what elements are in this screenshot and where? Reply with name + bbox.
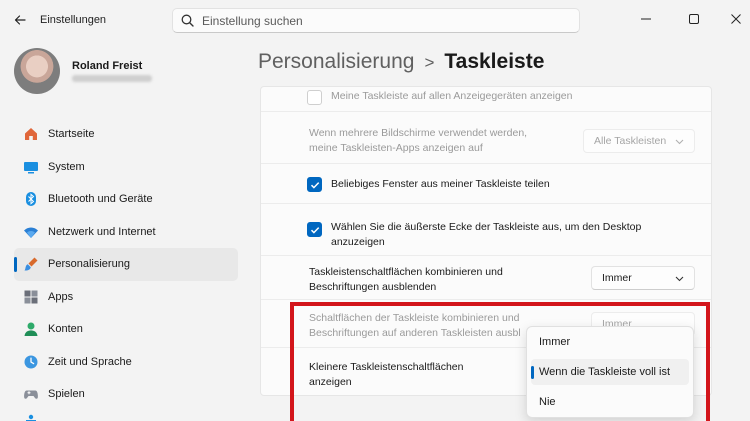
accessibility-icon <box>22 412 40 421</box>
user-email-blurred <box>72 75 152 82</box>
app-title: Einstellungen <box>40 14 107 26</box>
setting-row-desktop-corner[interactable]: Wählen Sie die äußerste Ecke der Tasklei… <box>261 203 711 255</box>
search-input[interactable] <box>202 13 562 28</box>
sidebar-item-netzwerk[interactable]: Netzwerk und Internet <box>14 216 238 249</box>
breadcrumb-separator: > <box>424 53 435 72</box>
user-name: Roland Freist <box>72 60 143 72</box>
bluetooth-icon <box>22 190 40 208</box>
setting-label: Wählen Sie die äußerste Ecke der Tasklei… <box>331 221 642 248</box>
setting-label: Taskleistenschaltflächen kombinieren und… <box>309 266 503 293</box>
maximize-icon <box>689 14 699 24</box>
wifi-icon <box>22 223 40 241</box>
sidebar-item-startseite[interactable]: Startseite <box>14 118 238 151</box>
maximize-button[interactable] <box>680 8 708 30</box>
share-window-checkbox[interactable] <box>307 177 322 192</box>
multi-display-dropdown[interactable]: Alle Taskleisten <box>583 129 695 153</box>
checkmark-icon <box>310 181 319 189</box>
minimize-icon <box>641 18 651 20</box>
close-button[interactable] <box>722 8 750 30</box>
breadcrumb: Personalisierung > Taskleiste <box>258 50 544 74</box>
brush-icon <box>22 255 40 273</box>
setting-label: Wenn mehrere Bildschirme verwendet werde… <box>309 127 528 154</box>
sidebar-item-zeit-und-sprache[interactable]: Zeit und Sprache <box>14 346 238 379</box>
dropdown-value: Alle Taskleisten <box>594 135 667 147</box>
search-box[interactable] <box>172 8 580 33</box>
desktop-corner-checkbox[interactable] <box>307 222 322 237</box>
search-icon <box>181 14 194 27</box>
menu-item-wenn-voll[interactable]: Wenn die Taskleiste voll ist <box>531 359 689 385</box>
sidebar-item-personalisierung[interactable]: Personalisierung <box>14 248 238 281</box>
apps-icon <box>22 288 40 306</box>
checkmark-icon <box>310 226 319 234</box>
menu-item-nie[interactable]: Nie <box>531 389 689 415</box>
avatar <box>14 48 60 94</box>
chevron-down-icon <box>675 276 684 282</box>
setting-label: Meine Taskleiste auf allen Anzeigegeräte… <box>331 90 573 102</box>
back-button[interactable] <box>8 10 32 30</box>
setting-row-combine-buttons: Taskleistenschaltflächen kombinieren und… <box>261 255 711 299</box>
close-icon <box>731 14 741 24</box>
globe-clock-icon <box>22 353 40 371</box>
home-icon <box>22 125 40 143</box>
sidebar-item-spielen[interactable]: Spielen <box>14 378 238 411</box>
setting-label: Beliebiges Fenster aus meiner Taskleiste… <box>331 178 550 190</box>
title-bar: Einstellungen <box>0 0 750 40</box>
menu-item-immer[interactable]: Immer <box>531 329 689 355</box>
combine-buttons-dropdown[interactable]: Immer <box>591 266 695 290</box>
account-icon <box>22 320 40 338</box>
sidebar-item-partial[interactable] <box>14 411 238 421</box>
all-displays-checkbox[interactable] <box>307 90 322 105</box>
sidebar-nav: Startseite System Bluetooth und Geräte N… <box>14 118 238 421</box>
back-arrow-icon <box>14 15 26 25</box>
sidebar-item-system[interactable]: System <box>14 151 238 184</box>
setting-row-multi-display-apps: Wenn mehrere Bildschirme verwendet werde… <box>261 111 711 163</box>
sidebar-item-bluetooth[interactable]: Bluetooth und Geräte <box>14 183 238 216</box>
gamepad-icon <box>22 385 40 403</box>
monitor-icon <box>22 158 40 176</box>
dropdown-value: Immer <box>602 272 632 284</box>
sidebar-item-konten[interactable]: Konten <box>14 313 238 346</box>
dropdown-menu: Immer Wenn die Taskleiste voll ist Nie <box>526 326 694 418</box>
breadcrumb-parent[interactable]: Personalisierung <box>258 50 414 73</box>
setting-row-all-displays[interactable]: Meine Taskleiste auf allen Anzeigegeräte… <box>261 87 711 111</box>
setting-row-share-window[interactable]: Beliebiges Fenster aus meiner Taskleiste… <box>261 163 711 203</box>
page-title: Taskleiste <box>444 50 545 73</box>
minimize-button[interactable] <box>632 8 660 30</box>
sidebar-item-apps[interactable]: Apps <box>14 281 238 314</box>
chevron-down-icon <box>675 139 684 145</box>
